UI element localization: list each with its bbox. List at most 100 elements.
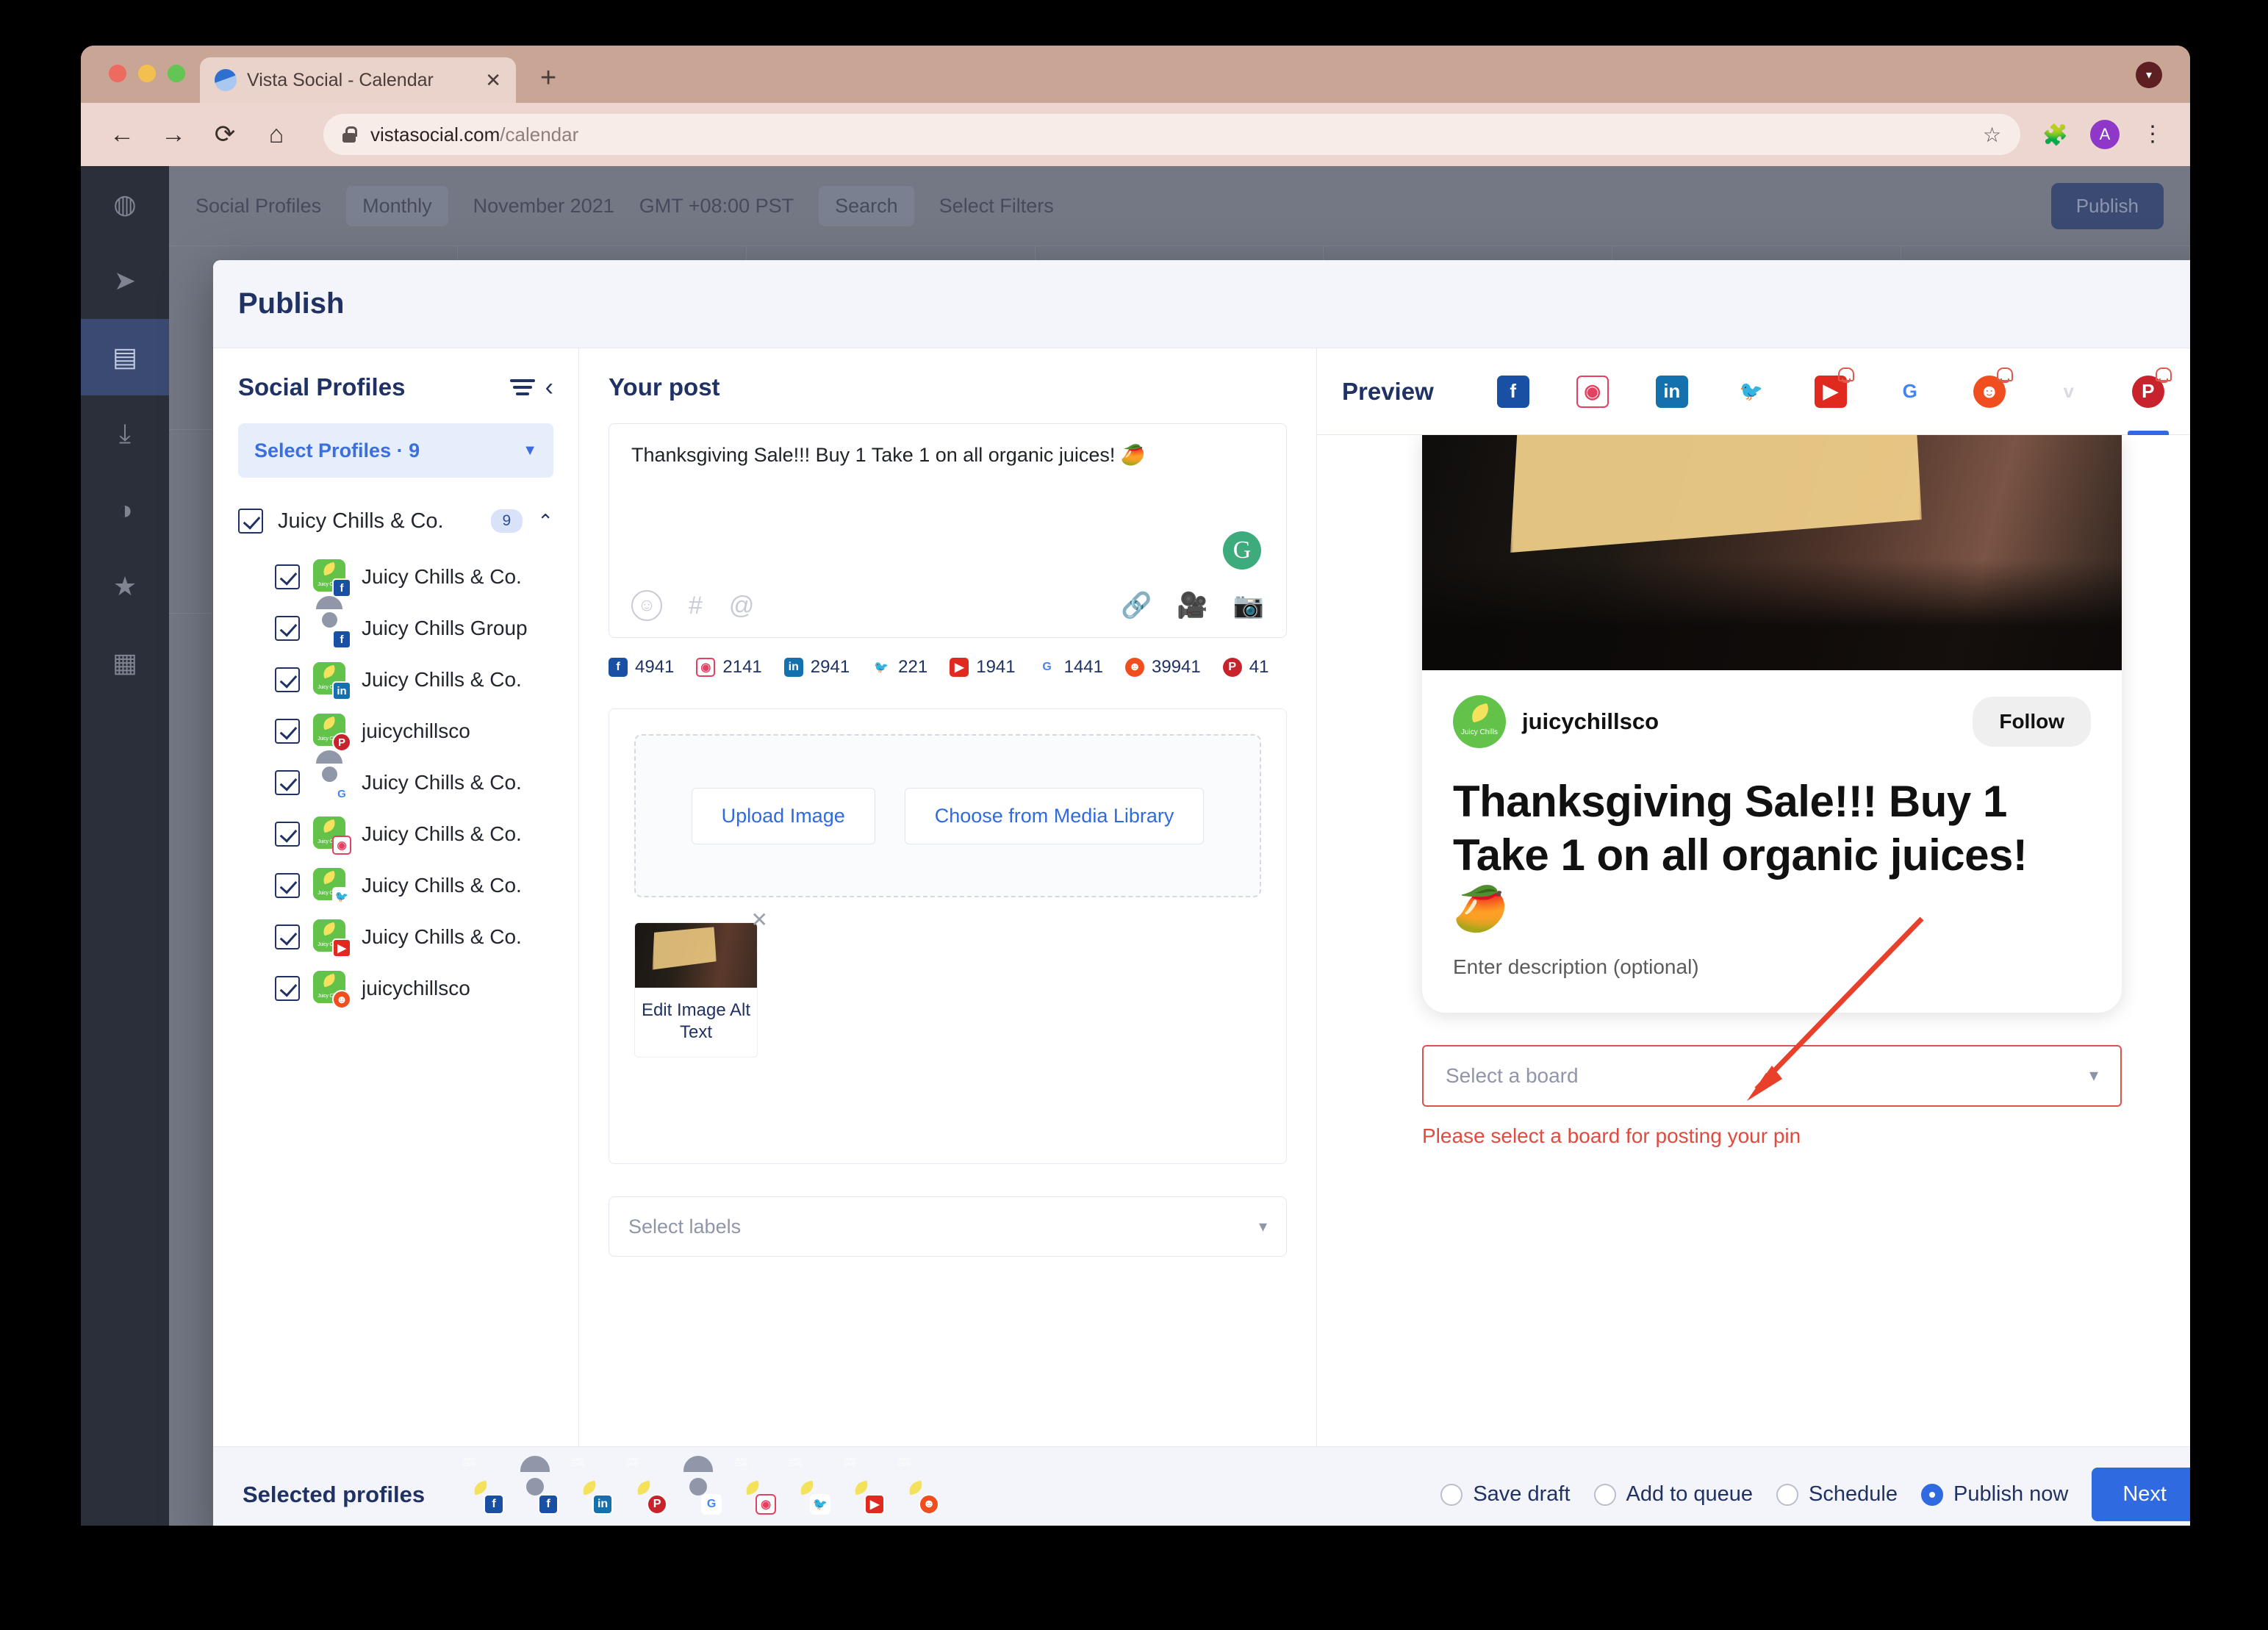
choose-media-library-button[interactable]: Choose from Media Library <box>904 787 1205 844</box>
chevron-left-icon[interactable]: ‹ <box>545 375 553 400</box>
app-filters-label[interactable]: Select Filters <box>939 195 1054 218</box>
hashtag-icon[interactable]: # <box>689 592 703 620</box>
avatar[interactable]: Juicy Chills ▶ <box>844 1457 886 1515</box>
list-item[interactable]: Juicy Chills P juicychillsco <box>238 706 553 757</box>
profile-checkbox[interactable] <box>275 873 300 898</box>
profile-checkbox[interactable] <box>275 564 300 589</box>
maximize-window-button[interactable] <box>168 65 185 82</box>
link-icon[interactable]: 🔗 <box>1121 591 1152 620</box>
profile-checkbox[interactable] <box>275 924 300 949</box>
radio-save-draft[interactable]: Save draft <box>1440 1482 1571 1507</box>
sidebar-item-analytics[interactable]: ◑ <box>81 472 169 548</box>
chevron-up-icon[interactable]: ⌃ <box>537 510 553 533</box>
radio-button[interactable] <box>1776 1483 1799 1506</box>
address-bar[interactable]: vistasocial.com/calendar ☆ <box>323 114 2021 155</box>
sidebar-item-reports[interactable]: ▦ <box>81 625 169 701</box>
select-labels-dropdown[interactable]: Select labels ▾ <box>609 1196 1287 1257</box>
filter-icon[interactable] <box>509 376 535 399</box>
edit-image-alt-text-button[interactable]: Edit Image Alt Text <box>635 999 757 1044</box>
avatar[interactable]: Juicy Chills 🐦 <box>789 1457 831 1515</box>
sidebar-item-publish[interactable]: ➤ <box>81 243 169 319</box>
avatar[interactable]: A <box>2090 120 2120 149</box>
upload-image-button[interactable]: Upload Image <box>691 787 875 844</box>
tab-linkedin[interactable]: in <box>1632 348 1712 435</box>
list-item[interactable]: Juicy Chills in Juicy Chills & Co. <box>238 654 553 706</box>
avatar[interactable]: Juicy Chills ◉ <box>735 1457 777 1515</box>
browser-menu-icon[interactable]: ⋮ <box>2142 123 2164 146</box>
camera-icon[interactable]: 📷 <box>1233 591 1264 620</box>
select-board-dropdown[interactable]: Select a board ▾ <box>1422 1044 2122 1107</box>
list-item[interactable]: f Juicy Chills Group <box>238 603 553 654</box>
radio-button[interactable] <box>1593 1483 1616 1506</box>
new-tab-button[interactable]: + <box>540 64 556 92</box>
tab-vimeo[interactable]: v <box>2029 348 2109 435</box>
avatar[interactable]: f <box>517 1476 559 1515</box>
tab-twitter[interactable]: 🐦 <box>1712 348 1791 435</box>
group-checkbox[interactable] <box>238 509 263 534</box>
tab-instagram[interactable]: ◉ <box>1553 348 1632 435</box>
sidebar-item-inbox[interactable]: ⤓ <box>81 395 169 472</box>
tab-youtube[interactable]: ▶ <box>1791 348 1870 435</box>
reload-icon[interactable]: ⟳ <box>210 120 240 149</box>
avatar: Juicy Chills <box>1453 695 1506 748</box>
close-tab-icon[interactable]: ✕ <box>485 69 501 92</box>
sidebar-item-calendar[interactable]: ▤ <box>81 319 169 395</box>
avatar[interactable]: Juicy Chills P <box>626 1457 668 1515</box>
radio-button[interactable] <box>1920 1483 1943 1506</box>
radio-publish-now[interactable]: Publish now <box>1920 1482 2068 1507</box>
radio-add-to-queue[interactable]: Add to queue <box>1593 1482 1753 1507</box>
list-item[interactable]: Juicy Chills 🐦 Juicy Chills & Co. <box>238 860 553 911</box>
next-button[interactable]: Next <box>2092 1468 2190 1521</box>
post-text[interactable]: Thanksgiving Sale!!! Buy 1 Take 1 on all… <box>631 443 1264 467</box>
list-item[interactable]: Juicy Chills ▶ Juicy Chills & Co. <box>238 911 553 963</box>
profile-checkbox[interactable] <box>275 822 300 847</box>
tab-google[interactable]: G <box>1870 348 1950 435</box>
profile-checkbox[interactable] <box>275 667 300 692</box>
mention-icon[interactable]: @ <box>729 592 755 620</box>
media-section: Upload Image Choose from Media Library ✕… <box>609 708 1287 1164</box>
app-publish-button[interactable]: Publish <box>2050 182 2164 229</box>
media-dropzone[interactable]: Upload Image Choose from Media Library <box>634 734 1261 897</box>
list-item[interactable]: Juicy Chills ◉ Juicy Chills & Co. <box>238 808 553 860</box>
home-icon[interactable]: ⌂ <box>262 121 291 149</box>
post-editor[interactable]: Thanksgiving Sale!!! Buy 1 Take 1 on all… <box>609 423 1287 638</box>
video-icon[interactable]: 🎥 <box>1177 591 1207 620</box>
profile-checkbox[interactable] <box>275 770 300 795</box>
profile-checkbox[interactable] <box>275 976 300 1001</box>
counter-value: 39941 <box>1152 657 1201 677</box>
tab-reddit[interactable]: ☻ <box>1950 348 2029 435</box>
tab-facebook[interactable]: f <box>1474 348 1553 435</box>
browser-tab[interactable]: Vista Social - Calendar ✕ <box>200 57 516 103</box>
avatar[interactable]: Juicy Chills in <box>572 1457 614 1515</box>
sidebar-item-reviews[interactable]: ★ <box>81 548 169 625</box>
radio-schedule[interactable]: Schedule <box>1776 1482 1898 1507</box>
follow-button[interactable]: Follow <box>1973 697 2091 747</box>
bookmark-star-icon[interactable]: ☆ <box>1983 123 2001 147</box>
media-thumbnail-card[interactable]: Edit Image Alt Text <box>634 922 758 1058</box>
avatar[interactable]: Juicy Chills f <box>463 1457 505 1515</box>
radio-button[interactable] <box>1440 1483 1463 1506</box>
profile-checkbox[interactable] <box>275 719 300 744</box>
remove-image-icon[interactable]: ✕ <box>751 908 768 932</box>
profile-checkbox[interactable] <box>275 616 300 641</box>
extensions-icon[interactable]: 🧩 <box>2042 123 2068 147</box>
avatar[interactable]: Juicy Chills ☻ <box>898 1457 940 1515</box>
minimize-window-button[interactable] <box>138 65 156 82</box>
app-view-selector[interactable]: Monthly <box>346 185 448 226</box>
list-item[interactable]: Juicy Chills ☻ juicychillsco <box>238 963 553 1014</box>
profile-group-row[interactable]: Juicy Chills & Co. 9 ⌃ <box>238 509 553 534</box>
back-icon[interactable]: ← <box>107 121 137 149</box>
list-item[interactable]: G Juicy Chills & Co. <box>238 757 553 808</box>
emoji-icon[interactable]: ☺ <box>631 590 662 621</box>
app-search-input[interactable]: Search <box>819 185 914 226</box>
close-window-button[interactable] <box>109 65 126 82</box>
avatar[interactable]: G <box>681 1476 722 1515</box>
sidebar-item-logo[interactable]: ◍ <box>81 166 169 243</box>
tab-pinterest[interactable]: P <box>2109 348 2188 435</box>
select-profiles-dropdown[interactable]: Select Profiles · 9 ▼ <box>238 423 553 478</box>
browser-profile-chip-icon[interactable]: ▾ <box>2136 62 2162 88</box>
list-item[interactable]: Juicy Chills f Juicy Chills & Co. <box>238 551 553 603</box>
grammarly-icon[interactable]: G <box>1223 531 1261 570</box>
pin-description-placeholder[interactable]: Enter description (optional) <box>1453 955 2091 979</box>
forward-icon[interactable]: → <box>159 121 188 149</box>
